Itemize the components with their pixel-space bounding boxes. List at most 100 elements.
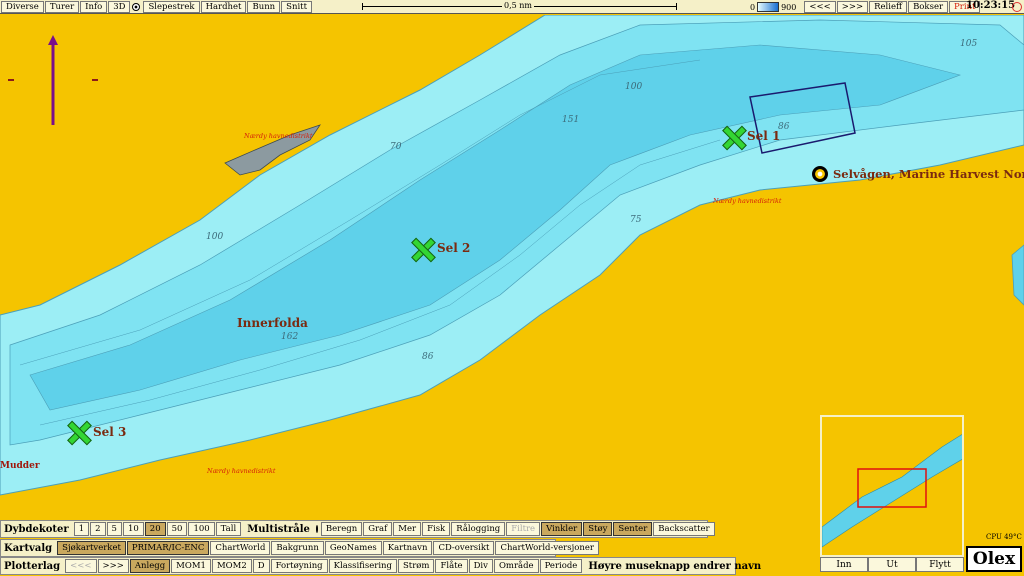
layer-periode[interactable]: Periode: [539, 559, 583, 573]
zoom-in-button[interactable]: Inn: [820, 557, 868, 572]
harbor-district-label: Nærdy havnedistrikt: [244, 132, 313, 140]
menu-info[interactable]: Info: [80, 0, 108, 13]
kart-kartnavn[interactable]: Kartnavn: [382, 541, 433, 555]
target-icon[interactable]: [132, 2, 141, 11]
depth-label: 75: [630, 215, 642, 225]
depth-legend: 0 900 <<< >>> Relieff Bokser Print: [750, 1, 981, 13]
depth-label: 100: [625, 82, 643, 92]
depth-label: 105: [960, 39, 978, 49]
kart-geonames[interactable]: GeoNames: [324, 541, 382, 555]
kartvalg-title: Kartvalg: [4, 542, 53, 554]
multi-stoy[interactable]: Støy: [583, 522, 613, 536]
depth-max: 900: [781, 2, 797, 12]
contour-2[interactable]: 2: [90, 522, 106, 536]
contour-20[interactable]: 20: [144, 522, 166, 536]
depth-label: 151: [562, 115, 580, 125]
harbor-district-label: Nærdy havnedistrikt: [713, 197, 782, 205]
layer-omrade[interactable]: Område: [493, 559, 539, 573]
contour-50[interactable]: 50: [166, 522, 188, 536]
top-toolbar: Diverse Turer Info 3D Slepestrek Hardhet…: [0, 0, 1024, 14]
dybdekoter-title: Dybdekoter: [4, 523, 69, 535]
multi-beregn[interactable]: Beregn: [320, 522, 363, 536]
marker-sel-3-icon[interactable]: [67, 421, 89, 443]
cpu-temp: CPU 49°C: [986, 533, 1022, 541]
menu-diverse[interactable]: Diverse: [1, 0, 44, 13]
layer-div[interactable]: Div: [468, 559, 493, 573]
multi-mer[interactable]: Mer: [393, 522, 422, 536]
marker-sel-1-label[interactable]: Sel 1: [747, 129, 780, 143]
plotter-layers-panel: Plotterlag <<< >>> Anlegg MOM1 MOM2 D Fo…: [0, 557, 761, 575]
zoom-out-button[interactable]: Ut: [868, 557, 916, 572]
layer-mom1[interactable]: MOM1: [171, 559, 211, 573]
nav-forward-button[interactable]: >>>: [836, 1, 869, 13]
north-arrow-icon: [48, 35, 58, 125]
depth-label: 70: [390, 142, 402, 152]
scale-bar: 0,5 nm: [362, 1, 677, 12]
multi-vinkler[interactable]: Vinkler: [541, 522, 583, 536]
facility-icon[interactable]: [812, 166, 828, 182]
minimap-canvas[interactable]: [822, 417, 964, 557]
layer-d[interactable]: D: [252, 559, 270, 573]
contour-tall[interactable]: Tall: [215, 522, 242, 536]
menu-3d[interactable]: 3D: [108, 0, 131, 13]
marker-sel-3-label[interactable]: Sel 3: [93, 425, 126, 439]
menu-turer[interactable]: Turer: [44, 0, 80, 13]
menu-slepestrek[interactable]: Slepestrek: [143, 0, 200, 13]
layer-anlegg[interactable]: Anlegg: [129, 559, 171, 573]
contour-1[interactable]: 1: [73, 522, 90, 536]
kart-primar[interactable]: PRIMAR/IC-ENC: [126, 541, 210, 555]
kart-sjokartverket[interactable]: Sjøkartverket: [57, 541, 126, 555]
contour-5[interactable]: 5: [106, 522, 122, 536]
kart-chartworld[interactable]: ChartWorld: [210, 541, 271, 555]
multistraale-title: Multistråle: [247, 523, 310, 535]
contour-100[interactable]: 100: [188, 522, 215, 536]
right-tick-icon: [92, 79, 98, 81]
multi-backscatter[interactable]: Backscatter: [653, 522, 715, 536]
multi-senter[interactable]: Senter: [613, 522, 653, 536]
menu-bunn[interactable]: Bunn: [247, 0, 281, 13]
marker-sel-2-label[interactable]: Sel 2: [437, 241, 470, 255]
multi-graf[interactable]: Graf: [363, 522, 393, 536]
overview-minimap[interactable]: [820, 415, 964, 557]
nav-back-button[interactable]: <<<: [804, 1, 836, 13]
place-selvagen: Selvågen, Marine Harvest Nord: [833, 167, 1024, 181]
kart-bakgrunn[interactable]: Bakgrunn: [271, 541, 324, 555]
relieff-button[interactable]: Relieff: [869, 1, 908, 13]
menu-snitt[interactable]: Snitt: [281, 0, 312, 13]
harbor-district-label: Nærdy havnedistrikt: [207, 467, 276, 475]
olex-logo: Olex: [966, 546, 1022, 572]
bokser-button[interactable]: Bokser: [908, 1, 949, 13]
layer-strom[interactable]: Strøm: [397, 559, 435, 573]
depth-label: 100: [206, 232, 224, 242]
layer-mom2[interactable]: MOM2: [211, 559, 252, 573]
plotterlag-title: Plotterlag: [4, 560, 61, 572]
multi-fisk[interactable]: Fisk: [422, 522, 451, 536]
depth-label: 86: [422, 352, 434, 362]
place-mudder: Mudder: [0, 461, 40, 471]
multi-filtre[interactable]: Filtre: [506, 522, 541, 536]
depth-min: 0: [750, 2, 756, 12]
layer-flate[interactable]: Flåte: [435, 559, 468, 573]
menu-hardhet[interactable]: Hardhet: [200, 0, 247, 13]
marker-sel-1-icon[interactable]: [722, 126, 744, 148]
depth-gradient: [757, 2, 780, 12]
multi-ralogging[interactable]: Rålogging: [451, 522, 506, 536]
kart-chartworld-versjoner[interactable]: ChartWorld-versjoner: [495, 541, 599, 555]
layer-klassifisering[interactable]: Klassifisering: [328, 559, 397, 573]
minimap-controls: Inn Ut Flytt: [820, 557, 964, 573]
rename-hint: Høyre museknapp endrer navn: [588, 560, 762, 572]
depth-contour-panel: Dybdekoter 1 2 5 10 20 50 100 Tall Multi…: [0, 520, 715, 538]
contour-10[interactable]: 10: [122, 522, 144, 536]
depth-label: 162: [281, 332, 299, 342]
clock: 10:23:15: [966, 0, 1016, 11]
scale-label: 0,5 nm: [502, 1, 535, 10]
plotter-back-button[interactable]: <<<: [65, 559, 97, 573]
move-button[interactable]: Flytt: [916, 557, 964, 572]
layer-fortoyning[interactable]: Fortøyning: [270, 559, 328, 573]
place-innerfolda: Innerfolda: [237, 316, 308, 330]
plotter-forward-button[interactable]: >>>: [97, 559, 129, 573]
left-tick-icon: [8, 79, 14, 81]
radio-icon[interactable]: [315, 525, 318, 533]
marker-sel-2-icon[interactable]: [411, 238, 433, 260]
kart-cd-oversikt[interactable]: CD-oversikt: [433, 541, 495, 555]
